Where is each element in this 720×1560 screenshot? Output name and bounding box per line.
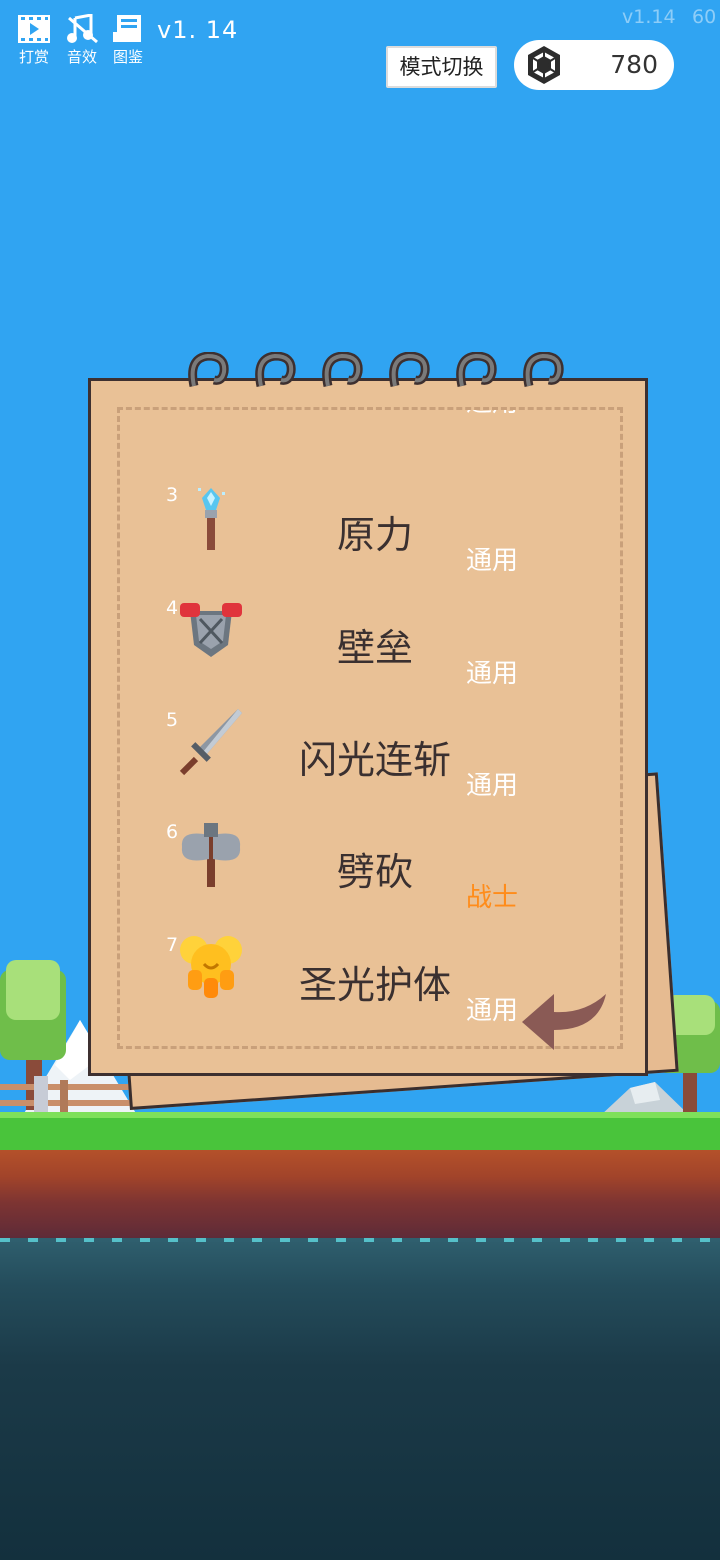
skill-row[interactable]: 4 壁垒 通用 [120, 597, 620, 709]
skill-name: 劈砍 [336, 850, 413, 894]
skill-row[interactable]: 3 原力 通用 [120, 484, 620, 596]
binder-ring [389, 352, 430, 387]
skill-codex-panel: 通用 3 原力 通用 4 壁垒 [88, 378, 648, 1076]
codex-button[interactable]: 图鉴 [108, 14, 148, 67]
gem-icon [528, 46, 560, 84]
water [0, 1238, 720, 1560]
holy-shield-icon [180, 936, 242, 998]
gem-count: 780 [610, 50, 658, 79]
skill-name: 圣光护体 [298, 963, 451, 1007]
reward-label: 打赏 [18, 48, 49, 66]
armor-icon [180, 603, 242, 657]
skill-row[interactable]: 通用 [120, 410, 620, 438]
skill-class-tag: 战士 [466, 883, 519, 913]
skill-class-tag: 通用 [466, 996, 519, 1026]
gem-counter: 780 [514, 40, 674, 90]
back-arrow-icon[interactable] [518, 990, 610, 1056]
skill-name: 壁垒 [336, 626, 413, 670]
mode-switch-button[interactable]: 模式切换 [386, 46, 497, 88]
axe-icon [181, 823, 241, 887]
water-surface [0, 1238, 720, 1242]
skill-list[interactable]: 通用 3 原力 通用 4 壁垒 [117, 407, 623, 1049]
skill-class-tag: 通用 [466, 410, 518, 419]
reward-button[interactable]: 打赏 [14, 14, 54, 67]
skill-name: 闪光连斩 [298, 738, 451, 782]
dirt-layer [0, 1150, 720, 1238]
sword-icon [179, 709, 242, 776]
music-muted-icon [67, 14, 98, 44]
book-icon [113, 15, 141, 42]
codex-label: 图鉴 [112, 48, 143, 66]
fps-counter: 60 [692, 6, 717, 28]
skill-name: 原力 [336, 513, 413, 557]
debug-version: v1.14 [622, 6, 676, 28]
film-play-icon [18, 15, 50, 43]
skill-row[interactable]: 5 闪光连斩 通用 [120, 709, 620, 821]
skill-class-tag: 通用 [466, 546, 519, 576]
version-label: v1. 14 [157, 16, 239, 44]
binder-ring [255, 352, 296, 387]
skill-class-tag: 通用 [466, 659, 519, 689]
sound-button[interactable]: 音效 [62, 14, 102, 67]
binder-ring [322, 352, 363, 387]
binder-ring [456, 352, 497, 387]
binder-ring [523, 352, 564, 387]
crystal-wand-icon [198, 488, 225, 550]
skill-row[interactable]: 6 劈砍 战士 [120, 821, 620, 933]
skill-class-tag: 通用 [466, 771, 519, 801]
binder-ring [188, 352, 229, 387]
fence [0, 1076, 130, 1116]
sound-label: 音效 [66, 48, 97, 66]
